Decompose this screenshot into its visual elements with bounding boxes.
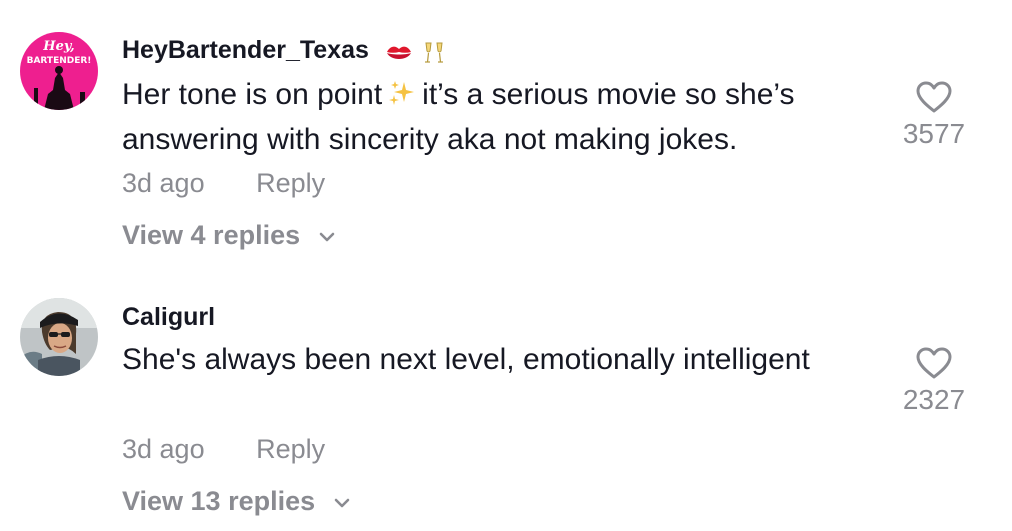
heart-icon [916, 81, 952, 113]
avatar[interactable]: Hey, BARTENDER! [20, 32, 98, 110]
comment-timestamp: 3d ago [122, 168, 205, 198]
sparkles-icon [388, 77, 416, 119]
reply-button[interactable]: Reply [256, 168, 325, 198]
comment-timestamp: 3d ago [122, 434, 205, 464]
comment-username[interactable]: Caligurl [122, 303, 215, 332]
comment-text: She's always been next level, emotionall… [122, 343, 810, 376]
chevron-down-icon [334, 498, 349, 508]
reply-button[interactable]: Reply [256, 434, 325, 464]
comment-text: Her tone is on point it’s a serious movie… [122, 74, 882, 161]
comment-username[interactable]: HeyBartender_Texas [122, 36, 449, 67]
kiss-mark-icon [386, 46, 411, 60]
comment-meta: 3d ago Reply [122, 168, 325, 199]
username-text: HeyBartender_Texas [122, 36, 369, 64]
view-replies-button[interactable]: View 4 replies [122, 220, 336, 251]
view-replies-label: View 4 replies [122, 220, 301, 250]
like-button[interactable]: 2327 [894, 346, 974, 416]
avatar-text-line1: Hey, [42, 39, 74, 54]
like-count: 2327 [902, 384, 966, 415]
chevron-down-icon [319, 232, 334, 242]
champagne-glasses-icon [424, 42, 443, 63]
avatar-text-line2: BARTENDER! [27, 56, 92, 66]
username-emojis [386, 38, 449, 67]
heart-icon [916, 347, 952, 379]
view-replies-label: View 13 replies [122, 486, 316, 516]
avatar-image: Hey, BARTENDER! [20, 32, 98, 110]
avatar[interactable] [20, 298, 98, 376]
comment-text-part1: Her tone is on point [122, 78, 383, 111]
avatar-image [20, 298, 98, 376]
comment-meta: 3d ago Reply [122, 434, 325, 465]
username-text: Caligurl [122, 303, 216, 331]
view-replies-button[interactable]: View 13 replies [122, 486, 351, 517]
like-button[interactable]: 3577 [894, 80, 974, 150]
like-count: 3577 [902, 118, 966, 149]
